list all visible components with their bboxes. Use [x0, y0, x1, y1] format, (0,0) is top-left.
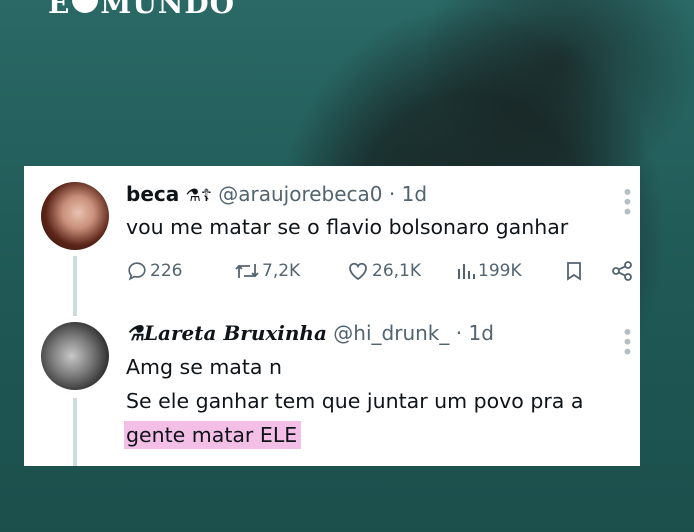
tweet-text: vou me matar se o flavio bolsonaro ganha…: [126, 215, 569, 239]
tweet-header: ⚗Lareta Bruxinha @hi_drunk_ · 1d: [126, 321, 494, 345]
avatar[interactable]: [41, 322, 109, 390]
retweet-button[interactable]: 7,2K: [234, 260, 300, 282]
views-button[interactable]: 199K: [456, 260, 522, 282]
tweet-screenshot-card: beca ⚗☦ @araujorebeca0 · 1d ••• vou me m…: [24, 166, 640, 466]
bookmark-button[interactable]: [564, 260, 584, 282]
handle[interactable]: @hi_drunk_: [333, 321, 449, 345]
thread-connector: [73, 398, 77, 466]
retweet-icon: [235, 264, 259, 278]
display-name[interactable]: Lareta Bruxinha: [144, 321, 327, 345]
highlighted-text: gente matar ELE: [124, 421, 302, 449]
name-emoji: ⚗☦: [185, 186, 212, 206]
reply-count: 226: [150, 261, 183, 281]
thread-connector: [73, 256, 77, 316]
display-name-prefix: ⚗: [126, 321, 144, 345]
avatar[interactable]: [41, 182, 109, 250]
tweet-header: beca ⚗☦ @araujorebeca0 · 1d: [126, 182, 427, 206]
reply-icon: [128, 262, 146, 281]
display-name[interactable]: beca: [126, 182, 179, 206]
tweet-text-line: Amg se mata n: [126, 355, 282, 379]
like-count: 26,1K: [372, 261, 421, 281]
views-chart-icon: [458, 264, 475, 279]
tweet-actions: 226 7,2K 26,1K 199K: [126, 260, 636, 290]
share-icon: [612, 261, 632, 281]
brand-letter: E: [48, 0, 71, 20]
like-button[interactable]: 26,1K: [346, 260, 421, 282]
bookmark-icon: [567, 262, 581, 281]
more-options-icon[interactable]: •••: [615, 326, 639, 355]
tweet-text-line: Se ele ganhar tem que juntar um povo pra…: [126, 389, 584, 413]
tweet-text-line: gente matar ELE: [124, 419, 302, 452]
views-count: 199K: [478, 261, 522, 281]
globe-icon: [72, 0, 99, 13]
handle[interactable]: @araujorebeca0: [218, 182, 382, 206]
share-button[interactable]: [610, 260, 634, 282]
brand-logo: E MUNDO: [48, 0, 235, 18]
timestamp[interactable]: · 1d: [456, 321, 494, 345]
brand-word: MUNDO: [100, 0, 236, 20]
more-options-icon[interactable]: •••: [615, 186, 639, 215]
retweet-count: 7,2K: [262, 261, 301, 281]
timestamp[interactable]: · 1d: [389, 182, 427, 206]
reply-button[interactable]: 226: [126, 260, 182, 282]
heart-icon: [349, 262, 367, 281]
